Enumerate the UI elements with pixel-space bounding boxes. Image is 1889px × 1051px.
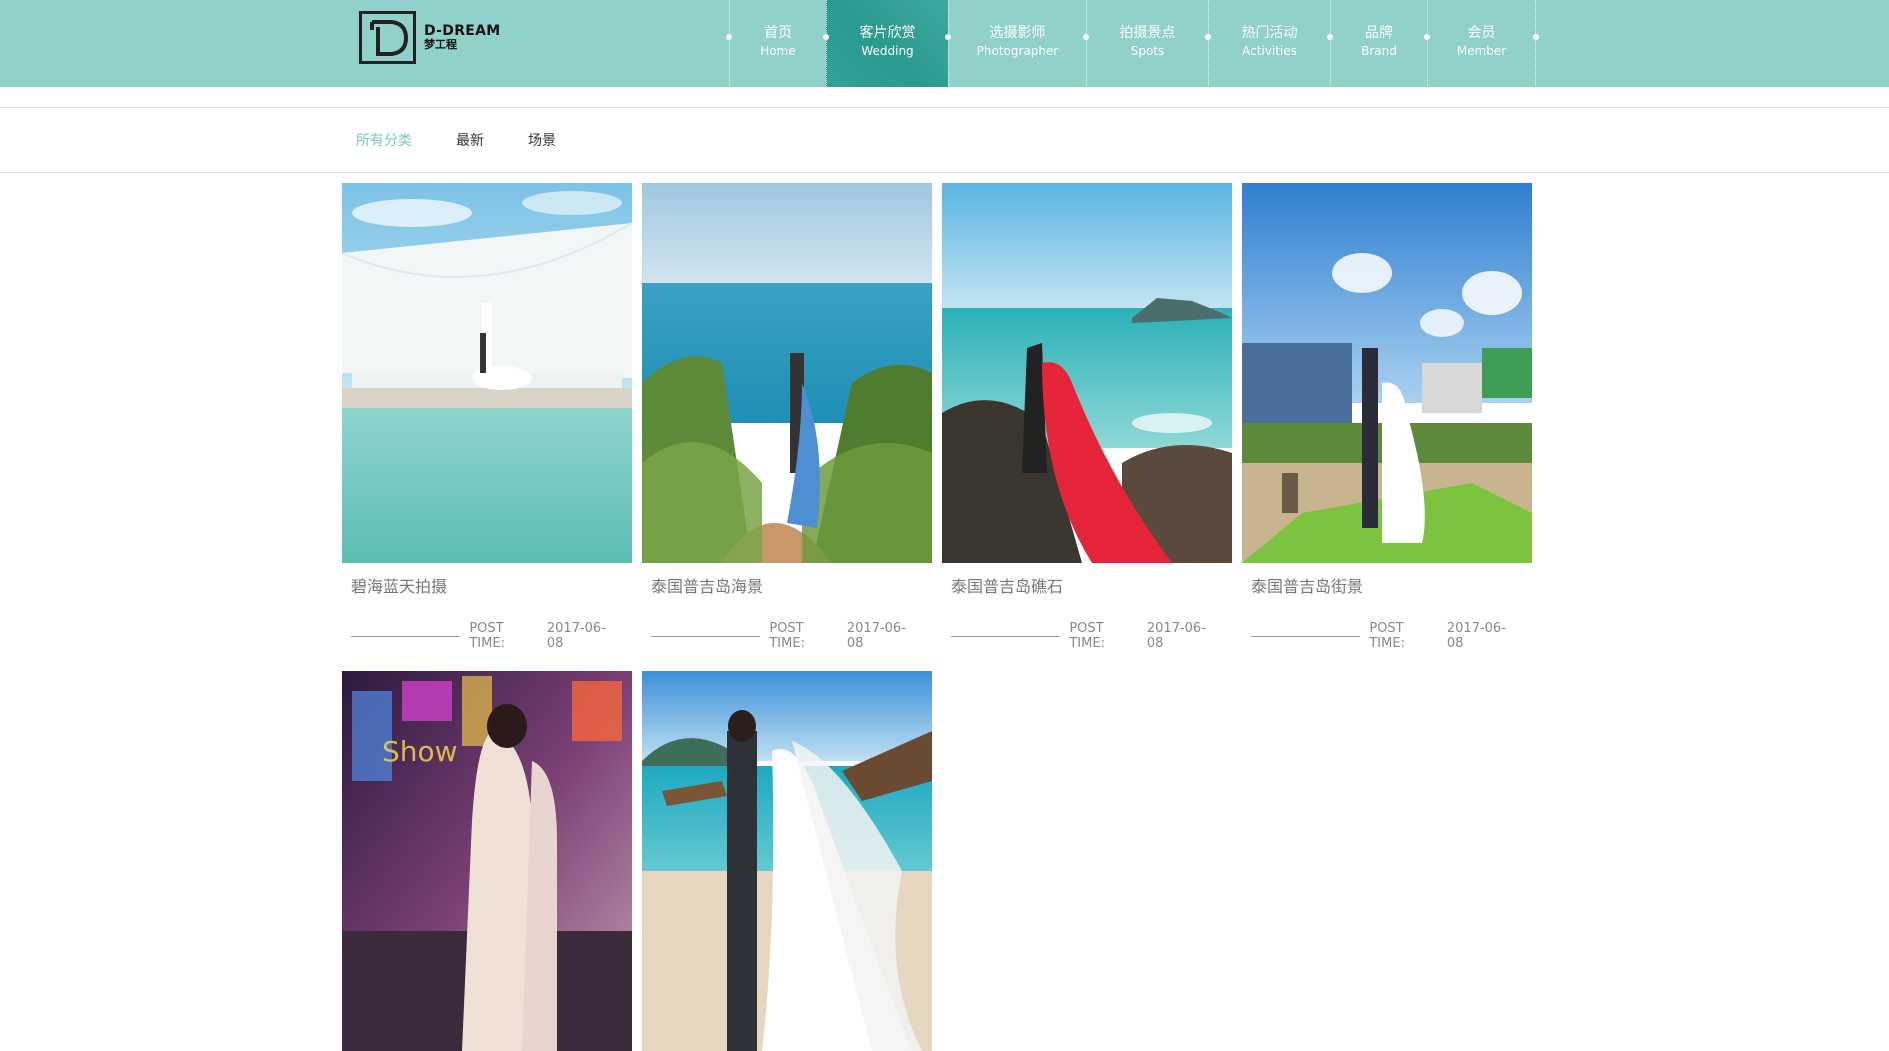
couple-in-neon-lit-night-street[interactable]: Show [342,671,632,1051]
couple-on-beach-with-longtail-boats[interactable] [642,671,932,1051]
nav-item-label: 热门活动 [1241,24,1298,41]
site-header: D-DREAM 梦工程 首页 Home 客片欣赏 Wedding 选摄影师 Ph… [0,0,1889,87]
divider [951,635,1061,637]
gallery-card: Show [342,671,632,1051]
nav-item-label: 选摄影师 [989,24,1046,41]
photo-gallery: 碧海蓝天拍摄 POST TIME: 2017-06-08 泰国普吉岛海景 POS… [342,183,1532,1051]
post-time: POST TIME: 2017-06-08 [942,603,1232,651]
gallery-card: 碧海蓝天拍摄 POST TIME: 2017-06-08 [342,183,632,651]
couple-on-grassy-cliff-above-turquoise-sea[interactable] [642,183,932,563]
post-time: POST TIME: 2017-06-08 [342,603,632,651]
tab-all-categories[interactable]: 所有分类 [356,130,412,150]
post-time: POST TIME: 2017-06-08 [642,603,932,651]
main-nav: 首页 Home 客片欣赏 Wedding 选摄影师 Photographer 拍… [726,0,1539,87]
brand-logo[interactable]: D-DREAM 梦工程 [359,11,501,64]
nav-item-label: 客片欣赏 [859,24,916,41]
gallery-card: 泰国普吉岛礁石 POST TIME: 2017-06-08 [942,183,1232,651]
nav-item-sublabel: Brand [1361,43,1397,58]
post-time: POST TIME: 2017-06-08 [1242,603,1532,651]
nav-item-member[interactable]: 会员 Member [1424,0,1539,87]
nav-item-label: 拍摄景点 [1119,24,1176,41]
nav-item-brand[interactable]: 品牌 Brand [1327,0,1427,87]
nav-item-home[interactable]: 首页 Home [726,0,826,87]
tab-latest[interactable]: 最新 [456,130,484,150]
divider [1251,635,1361,637]
nav-item-sublabel: Spots [1130,43,1165,58]
couple-under-white-sail-canopy-reflecting-pool[interactable] [342,183,632,563]
tab-scene[interactable]: 场景 [528,130,556,150]
nav-item-label: 品牌 [1365,24,1393,41]
brand-title: D-DREAM [424,23,501,40]
post-time-label: POST TIME: [1069,621,1105,651]
svg-text:Show: Show [382,735,458,768]
divider [351,635,461,637]
nav-item-sublabel: Wedding [861,43,914,58]
post-time-label: POST TIME: [1369,621,1405,651]
card-title[interactable]: 泰国普吉岛礁石 [942,563,1232,603]
card-title[interactable]: 泰国普吉岛海景 [642,563,932,603]
divider [651,635,761,637]
d-letter-logo-icon [359,11,416,64]
post-date: 2017-06-08 [1446,621,1506,651]
nav-item-wedding[interactable]: 客片欣赏 Wedding [823,0,948,87]
post-time-label: POST TIME: [469,621,505,651]
category-tabs: 所有分类 最新 场景 [356,108,600,172]
gallery-card: 泰国普吉岛街景 POST TIME: 2017-06-08 [1242,183,1532,651]
post-time-label: POST TIME: [769,621,805,651]
couple-on-street-with-billboards[interactable] [1242,183,1532,563]
nav-item-sublabel: Home [760,43,796,58]
card-title[interactable]: 泰国普吉岛街景 [1242,563,1532,603]
nav-item-spots[interactable]: 拍摄景点 Spots [1083,0,1208,87]
nav-item-photographer[interactable]: 选摄影师 Photographer [945,0,1086,87]
post-date: 2017-06-08 [546,621,606,651]
gallery-card: 泰国普吉岛海景 POST TIME: 2017-06-08 [642,183,932,651]
post-date: 2017-06-08 [1146,621,1206,651]
filter-bar: 所有分类 最新 场景 [0,107,1889,173]
couple-in-red-gown-on-rocks-by-sea[interactable] [942,183,1232,563]
post-date: 2017-06-08 [846,621,906,651]
brand-subtitle: 梦工程 [424,38,457,52]
gallery-card [642,671,932,1051]
card-title[interactable]: 碧海蓝天拍摄 [342,563,632,603]
nav-item-sublabel: Member [1456,43,1507,58]
nav-item-sublabel: Photographer [976,43,1059,58]
nav-item-sublabel: Activities [1242,43,1297,58]
nav-item-label: 会员 [1467,24,1496,41]
nav-item-activities[interactable]: 热门活动 Activities [1205,0,1330,87]
nav-item-label: 首页 [764,24,792,41]
